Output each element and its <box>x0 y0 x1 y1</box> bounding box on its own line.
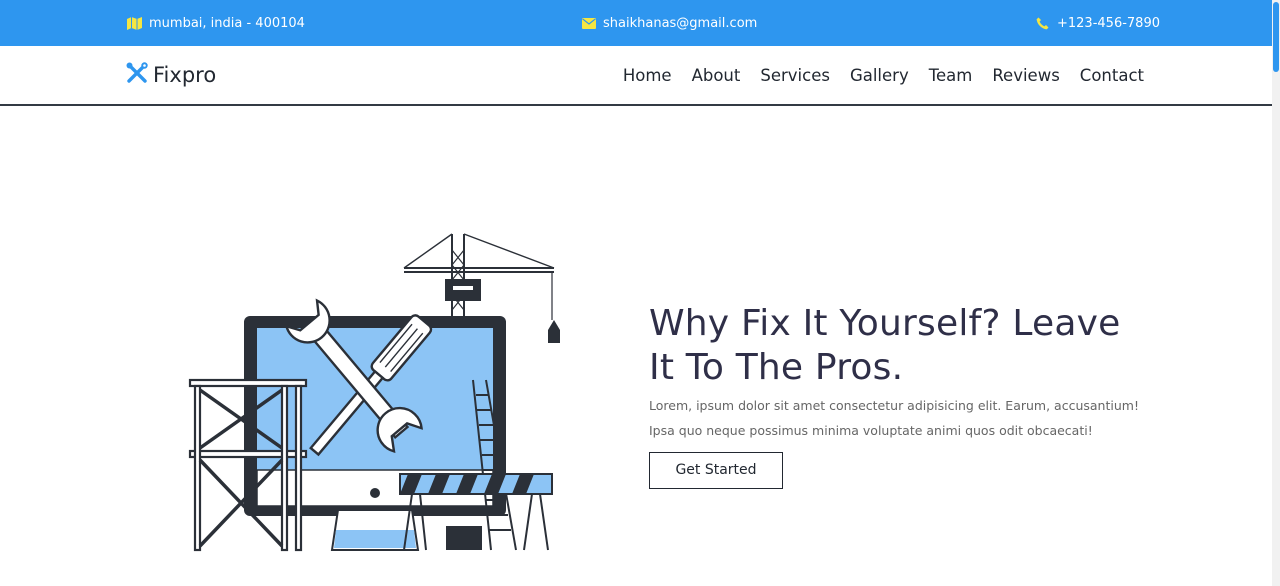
envelope-icon <box>581 16 596 31</box>
tools-icon <box>126 62 148 88</box>
hero-illustration <box>186 230 566 556</box>
nav-about[interactable]: About <box>692 66 741 85</box>
hero-description: Lorem, ipsum dolor sit amet consectetur … <box>649 398 1139 438</box>
get-started-button[interactable]: Get Started <box>649 452 783 489</box>
nav-team[interactable]: Team <box>929 66 973 85</box>
nav-reviews[interactable]: Reviews <box>992 66 1059 85</box>
page-scrollbar[interactable] <box>1272 0 1280 586</box>
nav-contact[interactable]: Contact <box>1080 66 1144 85</box>
scrollbar-thumb[interactable] <box>1273 2 1279 72</box>
brand-logo[interactable]: Fixpro <box>126 46 216 104</box>
phone-info: +123-456-7890 <box>1035 0 1160 46</box>
phone-text[interactable]: +123-456-7890 <box>1057 16 1160 31</box>
address-text: mumbai, india - 400104 <box>149 15 305 31</box>
brand-name: Fixpro <box>153 63 217 87</box>
hero-content: Why Fix It Yourself? Leave It To The Pro… <box>649 302 1149 489</box>
address-info: mumbai, india - 400104 <box>127 0 305 46</box>
email-info: shaikhanas@gmail.com <box>581 0 757 46</box>
nav-gallery[interactable]: Gallery <box>850 66 909 85</box>
nav-home[interactable]: Home <box>623 66 672 85</box>
hero-title: Why Fix It Yourself? Leave It To The Pro… <box>649 303 1121 388</box>
nav-services[interactable]: Services <box>760 66 830 85</box>
map-icon <box>127 16 142 31</box>
nav-menu: Home About Services Gallery Team Reviews… <box>603 46 1144 104</box>
email-text[interactable]: shaikhanas@gmail.com <box>603 16 757 31</box>
phone-icon <box>1035 16 1050 31</box>
top-info-bar: mumbai, india - 400104 shaikhanas@gmail.… <box>0 0 1280 46</box>
main-navbar: Fixpro Home About Services Gallery Team … <box>0 46 1272 106</box>
